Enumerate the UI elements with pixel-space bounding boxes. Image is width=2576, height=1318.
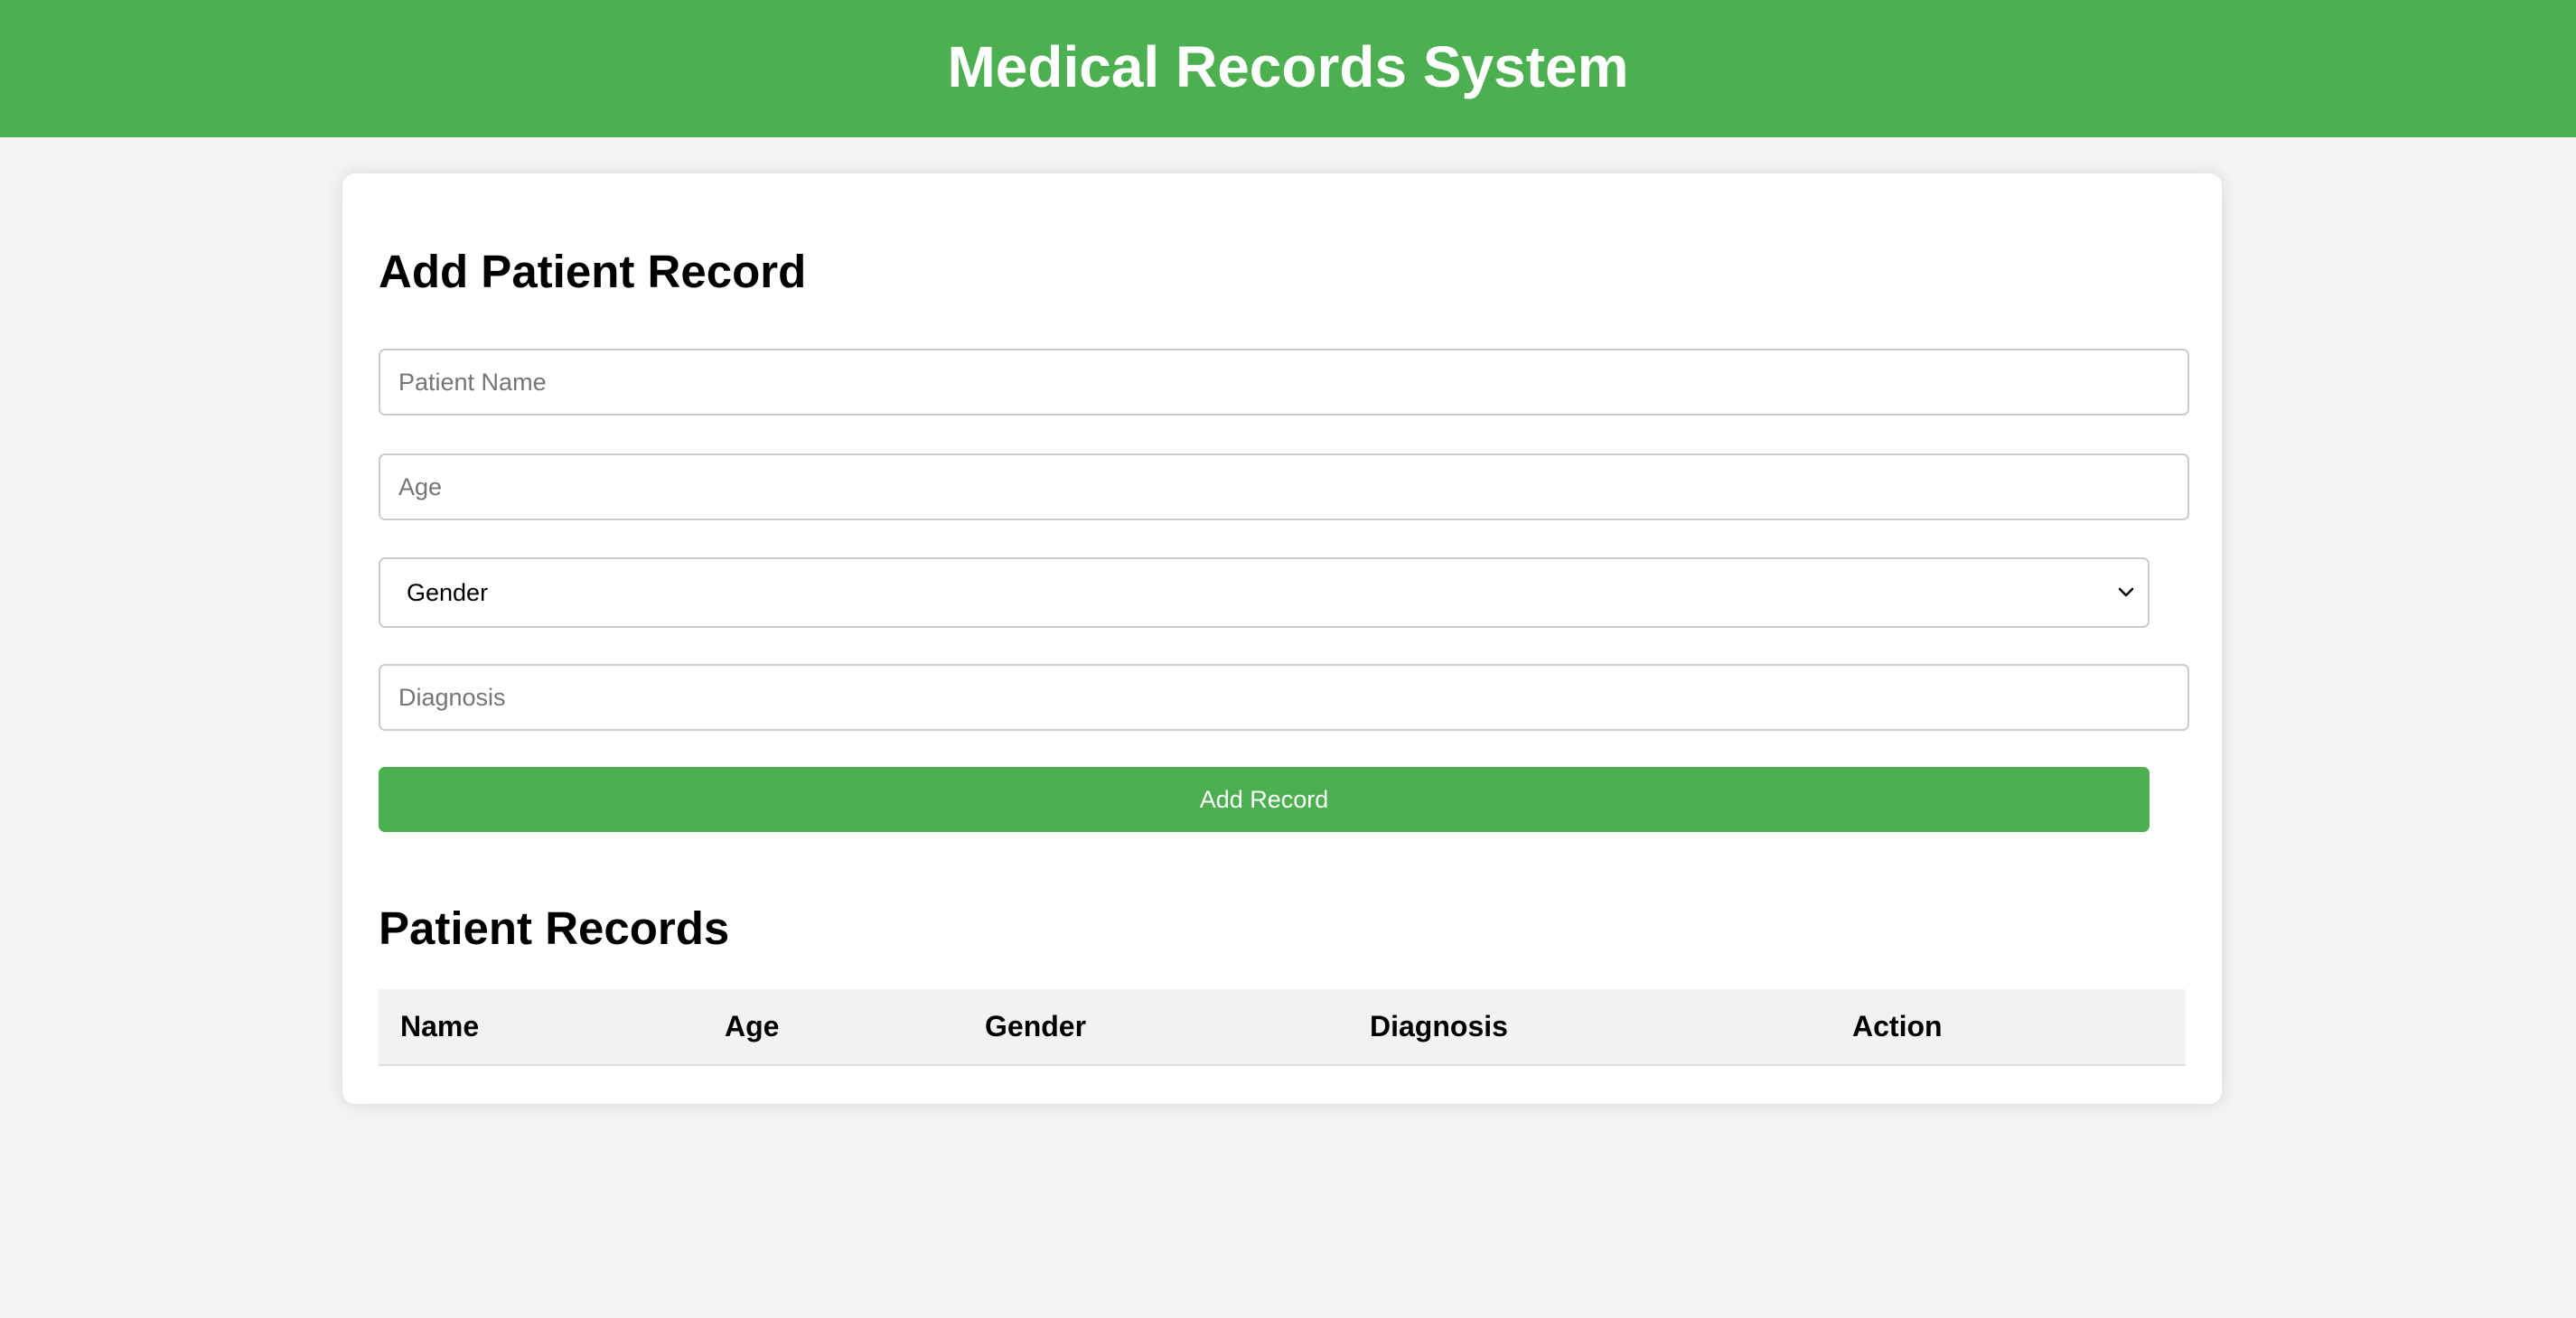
column-header-diagnosis: Diagnosis	[1348, 989, 1831, 1066]
main-card: Add Patient Record Gender Add Record Pat…	[342, 173, 2222, 1104]
chevron-down-icon	[2118, 587, 2134, 597]
column-header-gender: Gender	[963, 989, 1348, 1066]
age-input[interactable]	[379, 453, 2189, 520]
column-header-age: Age	[703, 989, 963, 1066]
gender-select-value: Gender	[407, 578, 489, 606]
patient-name-input[interactable]	[379, 349, 2189, 416]
patient-records-heading: Patient Records	[379, 902, 730, 954]
gender-select[interactable]: Gender	[379, 557, 2150, 628]
add-record-heading: Add Patient Record	[379, 246, 807, 297]
app-title: Medical Records System	[947, 34, 1629, 99]
app-header: Medical Records System	[0, 0, 2576, 137]
column-header-action: Action	[1831, 989, 2186, 1066]
add-record-button[interactable]: Add Record	[379, 767, 2150, 832]
table-header-row: Name Age Gender Diagnosis Action	[379, 989, 2186, 1066]
column-header-name: Name	[379, 989, 703, 1066]
records-table: Name Age Gender Diagnosis Action	[379, 989, 2186, 1066]
diagnosis-input[interactable]	[379, 664, 2189, 731]
